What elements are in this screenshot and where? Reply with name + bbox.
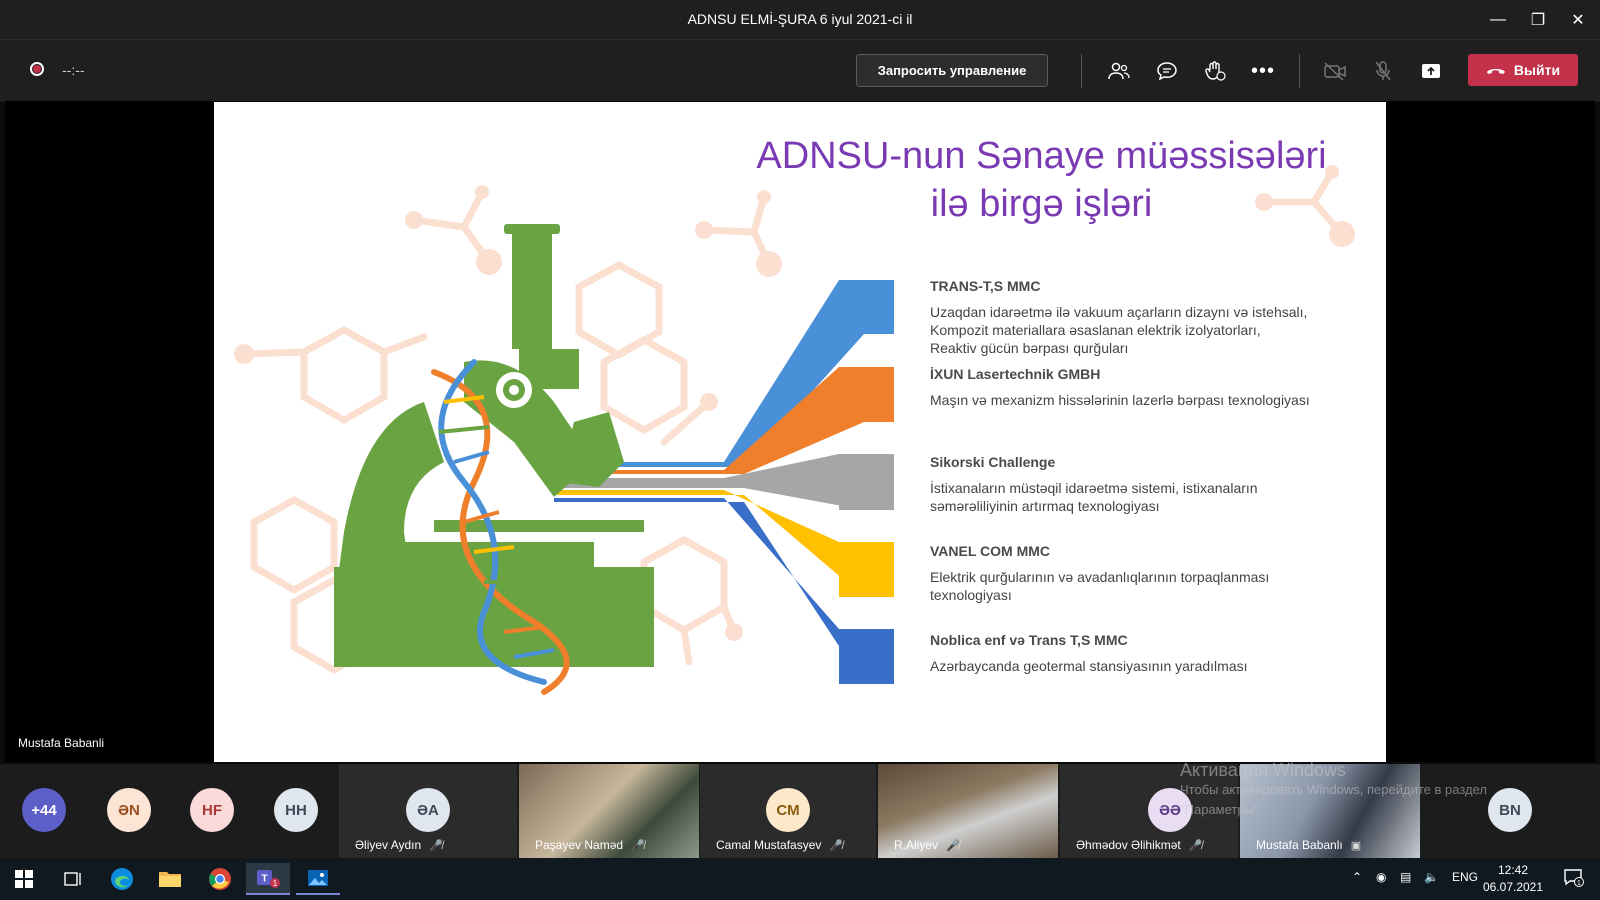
participant-avatar[interactable]: HF — [190, 788, 234, 832]
participant-video-tile[interactable]: Paşayev Naməd 🎤̸ — [519, 764, 699, 858]
watermark-text: Чтобы активировать Windows, перейдите в … — [1180, 782, 1487, 797]
meeting-toolbar: --:-- Запросить управление ••• Выйти — [0, 39, 1600, 102]
chrome-icon[interactable] — [198, 863, 242, 895]
minimize-button[interactable]: — — [1478, 6, 1518, 34]
company-item: TRANS-T,S MMC Uzaqdan idarəetmə ilə vaku… — [930, 278, 1310, 357]
company-name: TRANS-T,S MMC — [930, 278, 1041, 294]
presenter-label: Mustafa Babanli — [18, 736, 105, 750]
participant-avatar: ƏA — [406, 788, 450, 832]
more-participants-button[interactable]: +44 — [22, 788, 66, 832]
company-item: İXUN Lasertechnik GMBH Maşın və mexanizm… — [930, 366, 1310, 409]
taskbar-clock[interactable]: 12:42 06.07.2021 — [1472, 862, 1554, 896]
company-name: Sikorski Challenge — [930, 454, 1056, 470]
leave-button[interactable]: Выйти — [1468, 54, 1578, 86]
edge-icon[interactable] — [100, 863, 144, 895]
tray-app-icon[interactable]: ◉ — [1376, 870, 1386, 884]
notification-badge: 1 — [1577, 880, 1581, 887]
company-desc: Uzaqdan idarəetmə ilə vakuum açarların d… — [930, 304, 1308, 356]
photos-icon[interactable] — [296, 863, 340, 895]
mic-off-icon[interactable] — [1369, 57, 1397, 85]
chat-icon[interactable] — [1153, 57, 1181, 85]
windows-taskbar: T1 ⌃ ◉ ▤ 🔈 ENG 12:42 06.07.2021 1 — [0, 858, 1600, 900]
company-desc: İstixanaların müstəqil idarəetmə sistemi… — [930, 480, 1258, 514]
phone-icon — [1486, 62, 1506, 78]
participant-name: Camal Mustafasyev — [716, 838, 822, 852]
windows-activation-watermark: Активация Windows Чтобы активировать Win… — [1180, 760, 1487, 820]
pin-icon: ▣ — [1350, 839, 1362, 852]
participant-avatar: CM — [766, 788, 810, 832]
clock-time: 12:42 — [1497, 863, 1529, 877]
participant-name: Əhmədov Əlihikmət — [1076, 838, 1181, 852]
watermark-title: Активация Windows — [1180, 760, 1346, 780]
mic-off-icon: 🎤̸ — [1188, 839, 1203, 852]
divider — [1299, 54, 1300, 88]
presentation-slide: ADNSU-nun Sənaye müəssisələri ilə birgə i… — [214, 102, 1386, 762]
participant-name: Əliyev Aydın — [355, 838, 422, 852]
mic-off-icon: 🎤̸ — [631, 839, 645, 852]
company-item: Sikorski Challenge İstixanaların müstəqi… — [930, 454, 1310, 515]
participant-tile[interactable]: CM Camal Mustafasyev 🎤̸ — [700, 764, 876, 858]
participant-avatar[interactable]: HH — [274, 788, 318, 832]
participant-video-tile[interactable]: R.Aliyev 🎤̸ — [878, 764, 1058, 858]
company-name: İXUN Lasertechnik GMBH — [930, 366, 1101, 382]
chevron-up-icon[interactable]: ⌃ — [1352, 870, 1362, 884]
participant-tile[interactable]: ƏA Əliyev Aydın 🎤̸ — [339, 764, 517, 858]
window-title: ADNSU ELMİ-ŞURA 6 iyul 2021-ci il — [687, 11, 913, 27]
task-view-icon[interactable] — [50, 863, 94, 895]
company-desc: Maşın və mexanizm hissələrinin lazerlə b… — [930, 392, 1310, 408]
mic-off-icon: 🎤̸ — [946, 839, 960, 852]
network-icon[interactable]: ▤ — [1400, 870, 1411, 884]
company-name: VANEL COM MMC — [930, 543, 1051, 559]
participant-avatar[interactable]: BN — [1488, 788, 1532, 832]
svg-text:T: T — [261, 874, 267, 885]
leave-label: Выйти — [1513, 62, 1561, 78]
company-desc: Azərbaycanda geotermal stansiyasının yar… — [930, 658, 1248, 674]
close-button[interactable]: ✕ — [1558, 6, 1598, 34]
mic-off-icon: 🎤̸ — [429, 839, 443, 852]
explorer-icon[interactable] — [148, 863, 192, 895]
clock-date: 06.07.2021 — [1482, 880, 1544, 894]
restore-button[interactable]: ❐ — [1518, 6, 1558, 34]
title-bar: ADNSU ELMİ-ŞURA 6 iyul 2021-ci il — ❐ ✕ — [0, 0, 1600, 39]
reactions-icon[interactable] — [1201, 57, 1229, 85]
company-item: VANEL COM MMC Elektrik qurğularının və a… — [930, 543, 1310, 604]
more-icon[interactable]: ••• — [1249, 57, 1277, 85]
company-desc: Elektrik qurğularının və avadanlıqlarını… — [930, 569, 1270, 603]
participant-name: Mustafa Babanlı — [1256, 838, 1343, 852]
request-control-button[interactable]: Запросить управление — [856, 54, 1048, 87]
volume-icon[interactable]: 🔈 — [1424, 870, 1439, 884]
company-item: Noblica enf və Trans T,S MMC Azərbaycand… — [930, 632, 1310, 675]
windows-start-icon[interactable] — [2, 863, 46, 895]
participant-avatar[interactable]: ƏN — [107, 788, 151, 832]
participant-name: R.Aliyev — [894, 838, 939, 852]
participants-icon[interactable] — [1105, 57, 1133, 85]
mic-off-icon: 🎤̸ — [829, 839, 844, 852]
watermark-text: "Параметры". — [1180, 802, 1263, 817]
teams-badge: 1 — [273, 879, 278, 888]
record-icon — [30, 62, 44, 76]
divider — [1081, 54, 1082, 88]
camera-off-icon[interactable] — [1321, 57, 1349, 85]
teams-icon[interactable]: T1 — [246, 863, 290, 895]
share-icon[interactable] — [1417, 57, 1445, 85]
notifications-icon[interactable]: 1 — [1562, 866, 1584, 891]
participant-name: Paşayev Naməd — [535, 838, 624, 852]
meeting-timer: --:-- — [62, 62, 85, 78]
company-name: Noblica enf və Trans T,S MMC — [930, 632, 1128, 648]
